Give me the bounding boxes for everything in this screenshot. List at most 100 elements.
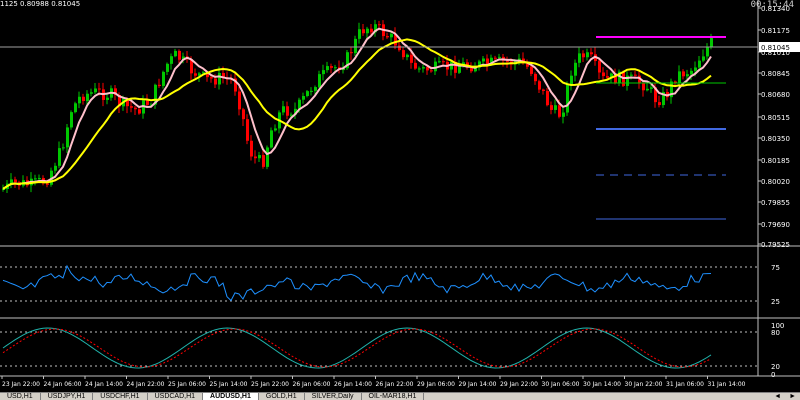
current-price-label: 0.81045 xyxy=(761,44,790,52)
candle-bullish xyxy=(390,33,393,38)
candle-bullish xyxy=(310,90,313,92)
candle-bearish xyxy=(330,66,333,68)
stoch-main-line xyxy=(2,327,712,369)
candle-bearish xyxy=(590,52,593,55)
candle-bearish xyxy=(210,77,213,79)
candle-bearish xyxy=(414,62,417,69)
time-label: 25 Jan 14:00 xyxy=(210,381,248,388)
tab-usd-h1[interactable]: USD,H1 xyxy=(0,393,41,400)
candle-bullish xyxy=(54,165,57,171)
tab-usdcad-h1[interactable]: USDCAD,H1 xyxy=(148,393,204,400)
candle-bullish xyxy=(422,67,425,69)
candle-bearish xyxy=(506,60,509,62)
candle-bullish xyxy=(258,155,261,159)
stoch-signal-line xyxy=(2,328,712,368)
candle-bearish xyxy=(558,105,561,117)
candle-bearish xyxy=(254,156,257,159)
candle-bearish xyxy=(494,57,497,59)
candle-bearish xyxy=(246,119,249,141)
tab-silver-daily[interactable]: SILVER,Daily xyxy=(305,393,362,400)
candle-bullish xyxy=(554,105,557,110)
candle-bullish xyxy=(694,67,697,71)
candle-bearish xyxy=(262,155,265,167)
time-label: 25 Jan 06:00 xyxy=(168,381,206,388)
candle-bearish xyxy=(238,91,241,110)
candle-bullish xyxy=(282,106,285,113)
price-label: 0.80020 xyxy=(761,178,790,186)
candle-bullish xyxy=(318,74,321,88)
candle-bullish xyxy=(354,38,357,54)
tab-gold-h1[interactable]: GOLD,H1 xyxy=(259,393,305,400)
price-label: 0.79525 xyxy=(761,241,790,249)
candle-bullish xyxy=(106,97,109,100)
slow-moving-average-line xyxy=(2,38,712,190)
tabs-right-arrow-icon[interactable]: ► xyxy=(785,393,800,400)
symbol-info: 1125 0.80988 0.81045 xyxy=(0,0,81,8)
candle-bullish xyxy=(650,87,653,89)
candle-bullish xyxy=(586,52,589,58)
candle-bearish xyxy=(442,61,445,63)
candle-bearish xyxy=(370,28,373,33)
candle-bearish xyxy=(98,88,101,90)
candle-bullish xyxy=(66,127,69,148)
candle-bearish xyxy=(178,50,181,60)
candle-bearish xyxy=(606,76,609,78)
time-label: 31 Jan 14:00 xyxy=(708,381,746,388)
candle-bearish xyxy=(402,50,405,58)
tab-usdchf-h1[interactable]: USDCHF,H1 xyxy=(93,393,148,400)
candle-bullish xyxy=(562,112,565,117)
time-label: 26 Jan 14:00 xyxy=(334,381,372,388)
candle-bullish xyxy=(498,56,501,58)
candle-bearish xyxy=(410,54,413,63)
tab-usdjpy-h1[interactable]: USDJPY,H1 xyxy=(41,393,94,400)
candle-bullish xyxy=(274,128,277,131)
tab-oil-mar18-h1[interactable]: OIL-MAR18,H1 xyxy=(362,393,425,400)
rsi-level-label: 25 xyxy=(771,298,780,306)
candle-bullish xyxy=(34,178,37,180)
candle-bullish xyxy=(334,67,337,69)
candle-bullish xyxy=(86,93,89,101)
tabs-left-arrow-icon[interactable]: ◄ xyxy=(770,393,785,400)
time-label: 30 Jan 14:00 xyxy=(583,381,621,388)
stoch-level-label: 20 xyxy=(771,363,780,371)
candle-bullish xyxy=(322,70,325,75)
candle-bearish xyxy=(14,179,17,183)
time-label: 29 Jan 22:00 xyxy=(500,381,538,388)
tab-audusd-h1[interactable]: AUDUSD,H1 xyxy=(203,393,259,400)
chart-canvas[interactable]: 0.813400.811750.810100.808450.806800.805… xyxy=(0,0,800,392)
candle-bearish xyxy=(598,61,601,73)
candle-bullish xyxy=(690,70,693,75)
candle-bearish xyxy=(658,102,661,106)
candle-bullish xyxy=(678,71,681,84)
price-label: 0.80680 xyxy=(761,91,790,99)
chart-window[interactable]: 0.81340 0.81175 0.81010 0.80845 0.80680 0.805… xyxy=(0,0,800,392)
candle-bearish xyxy=(550,105,553,110)
candle-bullish xyxy=(90,92,93,94)
price-label: 0.80350 xyxy=(761,135,790,143)
candle-bullish xyxy=(166,63,169,72)
candle-bullish xyxy=(326,66,329,71)
time-label: 24 Jan 22:00 xyxy=(127,381,165,388)
rsi-level-label: 75 xyxy=(771,264,780,272)
candle-bullish xyxy=(266,147,269,167)
time-label: 29 Jan 14:00 xyxy=(459,381,497,388)
candle-bullish xyxy=(314,87,317,91)
candle-bearish xyxy=(602,72,605,77)
candle-bearish xyxy=(534,73,537,82)
candle-bullish xyxy=(706,46,709,57)
candle-bearish xyxy=(82,96,85,101)
candle-bearish xyxy=(546,90,549,106)
candle-bullish xyxy=(74,103,77,113)
candle-bearish xyxy=(214,78,217,85)
price-label: 0.81175 xyxy=(761,27,790,35)
candle-bullish xyxy=(438,61,441,63)
candle-bearish xyxy=(398,45,401,51)
time-label: 29 Jan 06:00 xyxy=(417,381,455,388)
time-label: 30 Jan 22:00 xyxy=(625,381,663,388)
candle-bearish xyxy=(158,84,161,86)
candle-bullish xyxy=(70,112,73,128)
candle-bullish xyxy=(646,88,649,91)
candle-bearish xyxy=(250,140,253,157)
candle-bearish xyxy=(634,74,637,76)
candle-bullish xyxy=(78,96,81,104)
